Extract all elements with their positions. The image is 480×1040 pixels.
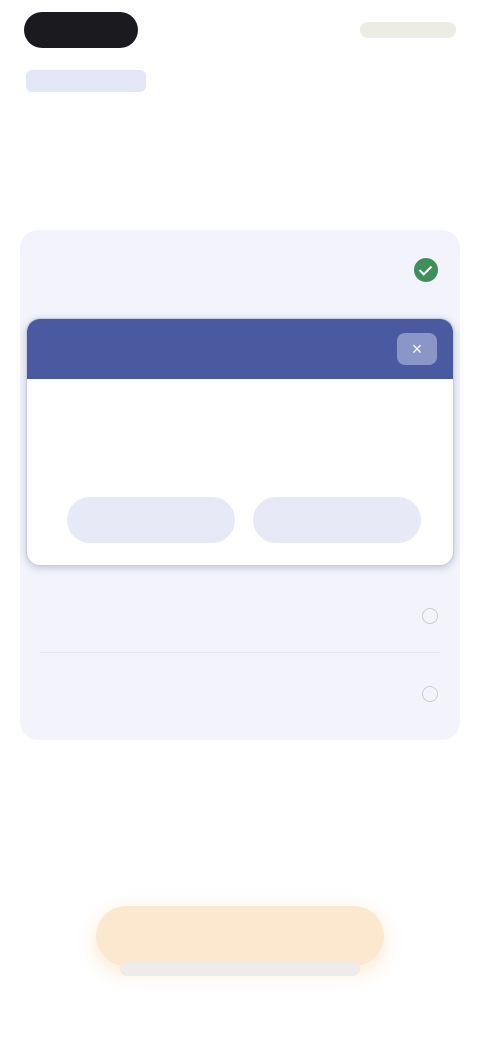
chevron-right-icon [422, 686, 438, 702]
settings-row-verified[interactable] [20, 240, 460, 300]
status-bar-pill [24, 12, 138, 48]
chevron-right-icon [422, 608, 438, 624]
close-icon: × [411, 339, 423, 359]
card-primary-button[interactable] [67, 497, 235, 543]
settings-row-3[interactable] [20, 664, 460, 724]
row-divider [40, 652, 440, 653]
footnote-text [120, 962, 360, 976]
status-bar-indicators [360, 22, 456, 38]
brand-label [26, 70, 146, 92]
continue-button[interactable] [96, 906, 384, 966]
close-button[interactable]: × [397, 333, 437, 365]
expanded-card: × [26, 318, 454, 566]
settings-row-2[interactable] [20, 586, 460, 646]
card-secondary-button[interactable] [253, 497, 421, 543]
card-header: × [27, 319, 453, 379]
check-circle-icon [414, 258, 438, 282]
